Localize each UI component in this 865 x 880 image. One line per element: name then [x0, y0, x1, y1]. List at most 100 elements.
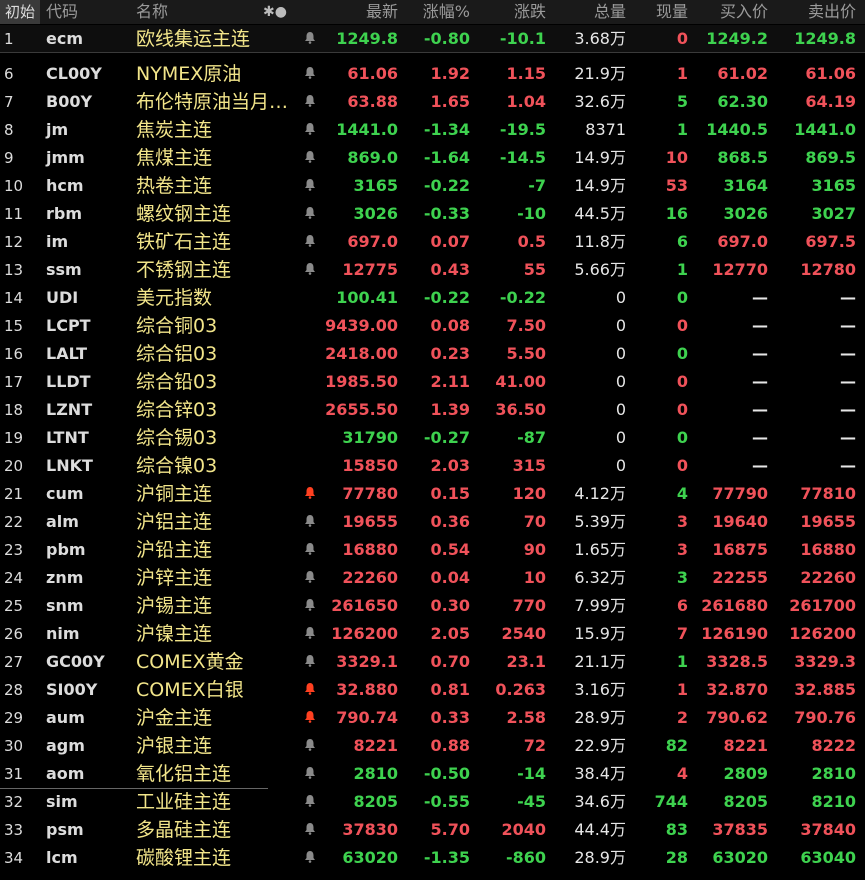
row-chg: -14.5: [499, 148, 546, 167]
alert-bell-icon[interactable]: [298, 620, 322, 649]
table-row[interactable]: 6 CL00Y NYMEX原油 61.06 1.92 1.15 21.9万 1 61.02 61.…: [0, 60, 865, 88]
row-last: 1985.50: [325, 372, 398, 391]
row-index: 10: [4, 177, 24, 195]
row-vol: 38.4万: [574, 764, 626, 783]
table-row[interactable]: 13 ssm 不锈钢主连 12775 0.43 55 5.66万 1 12770 12780: [0, 256, 865, 284]
alert-bell-icon[interactable]: [298, 480, 322, 509]
table-row[interactable]: 7 B00Y 布伦特原油当月连续 63.88 1.65 1.04 32.6万 5 62.30 64…: [0, 88, 865, 116]
alert-bell-icon[interactable]: [298, 200, 322, 229]
header-vol[interactable]: 总量: [552, 0, 626, 24]
table-row[interactable]: 1 ecm 欧线集运主连 1249.8 -0.80 -10.1 3.68万 0 1249.2 12…: [0, 25, 865, 53]
table-row[interactable]: 18 LZNT 综合锌03 2655.50 1.39 36.50 0 0 — —: [0, 396, 865, 424]
row-index: 8: [4, 121, 14, 139]
table-row[interactable]: 19 LTNT 综合锡03 31790 -0.27 -87 0 0 — —: [0, 424, 865, 452]
alert-bell-icon[interactable]: [298, 60, 322, 89]
row-cur: 0: [676, 288, 688, 307]
table-row[interactable]: 16 LALT 综合铝03 2418.00 0.23 5.50 0 0 — —: [0, 340, 865, 368]
row-last: 126200: [331, 624, 398, 643]
row-index: 23: [4, 541, 24, 559]
alert-bell-icon[interactable]: [298, 704, 322, 733]
quote-board: 初始 代码 名称 ✱● 最新 涨幅% 涨跌 总量 现量 买入价 卖出价 1 ecm…: [0, 0, 865, 880]
header-pct[interactable]: 涨幅%: [402, 0, 470, 24]
table-row[interactable]: 12 im 铁矿石主连 697.0 0.07 0.5 11.8万 6 697.0 697.5: [0, 228, 865, 256]
alert-bell-icon[interactable]: [298, 648, 322, 677]
row-vol: 21.1万: [574, 652, 626, 671]
alert-bell-icon[interactable]: [298, 508, 322, 537]
alert-bell-icon[interactable]: [298, 256, 322, 285]
table-row[interactable]: 28 SI00Y COMEX白银 32.880 0.81 0.263 3.16万 1 32.87…: [0, 676, 865, 704]
table-row[interactable]: 26 nim 沪镍主连 126200 2.05 2540 15.9万 7 126190 12620…: [0, 620, 865, 648]
header-bid[interactable]: 买入价: [690, 0, 768, 24]
table-row[interactable]: 20 LNKT 综合镍03 15850 2.03 315 0 0 — —: [0, 452, 865, 480]
table-row[interactable]: 34 lcm 碳酸锂主连 63020 -1.35 -860 28.9万 28 63020 6304…: [0, 844, 865, 872]
header-sort-reset[interactable]: 初始: [0, 0, 40, 24]
table-row[interactable]: 31 aom 氧化铝主连 2810 -0.50 -14 38.4万 4 2809 2810: [0, 760, 865, 788]
alert-bell-icon[interactable]: [298, 564, 322, 593]
header-flag[interactable]: ✱●: [258, 0, 292, 24]
row-bid: 1249.2: [706, 29, 768, 48]
alert-bell-icon[interactable]: [298, 816, 322, 845]
alert-bell-icon[interactable]: [298, 592, 322, 621]
table-row[interactable]: 23 pbm 沪铅主连 16880 0.54 90 1.65万 3 16875 16880: [0, 536, 865, 564]
alert-bell-icon[interactable]: [298, 228, 322, 257]
table-row[interactable]: 29 aum 沪金主连 790.74 0.33 2.58 28.9万 2 790.62 790.7…: [0, 704, 865, 732]
table-row[interactable]: 22 alm 沪铝主连 19655 0.36 70 5.39万 3 19640 19655: [0, 508, 865, 536]
row-ask: 12780: [800, 260, 856, 279]
alert-bell-icon[interactable]: [298, 88, 322, 117]
row-index: 21: [4, 485, 24, 503]
alert-bell-icon[interactable]: [298, 25, 322, 54]
alert-bell-icon[interactable]: [298, 676, 322, 705]
alert-bell-icon[interactable]: [298, 760, 322, 789]
row-last: 1249.8: [336, 29, 398, 48]
row-pct: 0.23: [430, 344, 470, 363]
header-chg[interactable]: 涨跌: [474, 0, 546, 24]
row-pct: 1.65: [430, 92, 470, 111]
row-last: 2418.00: [325, 344, 398, 363]
table-row[interactable]: 32 sim 工业硅主连 8205 -0.55 -45 34.6万 744 8205 8210: [0, 788, 865, 816]
table-row[interactable]: 11 rbm 螺纹钢主连 3026 -0.33 -10 44.5万 16 3026 3027: [0, 200, 865, 228]
table-row[interactable]: 24 znm 沪锌主连 22260 0.04 10 6.32万 3 22255 22260: [0, 564, 865, 592]
row-index: 6: [4, 65, 14, 83]
header-code[interactable]: 代码: [46, 0, 132, 24]
row-pct: 1.92: [430, 64, 470, 83]
row-name: 碳酸锂主连: [136, 847, 232, 869]
table-row[interactable]: 14 UDI 美元指数 100.41 -0.22 -0.22 0 0 — —: [0, 284, 865, 312]
alert-bell-icon[interactable]: [298, 732, 322, 761]
alert-bell-icon[interactable]: [298, 172, 322, 201]
table-row[interactable]: 8 jm 焦炭主连 1441.0 -1.34 -19.5 8371 1 1440.5 1441.0: [0, 116, 865, 144]
row-vol: 14.9万: [574, 176, 626, 195]
row-pct: -0.22: [423, 176, 470, 195]
row-vol: 14.9万: [574, 148, 626, 167]
table-row[interactable]: 33 psm 多晶硅主连 37830 5.70 2040 44.4万 83 37835 37840: [0, 816, 865, 844]
row-code: LNKT: [46, 456, 93, 475]
row-cur: 6: [676, 596, 688, 615]
row-name: 沪镍主连: [136, 623, 213, 645]
table-row[interactable]: 27 GC00Y COMEX黄金 3329.1 0.70 23.1 21.1万 1 3328.5…: [0, 648, 865, 676]
row-chg: 55: [523, 260, 546, 279]
alert-bell-icon[interactable]: [298, 536, 322, 565]
alert-bell-icon[interactable]: [298, 116, 322, 145]
header-ask[interactable]: 卖出价: [772, 0, 856, 24]
row-ask: —: [840, 316, 856, 335]
row-vol: 22.9万: [574, 736, 626, 755]
table-row[interactable]: 17 LLDT 综合铅03 1985.50 2.11 41.00 0 0 — —: [0, 368, 865, 396]
table-row[interactable]: 10 hcm 热卷主连 3165 -0.22 -7 14.9万 53 3164 3165: [0, 172, 865, 200]
row-code: B00Y: [46, 92, 93, 111]
alert-bell-icon[interactable]: [298, 144, 322, 173]
header-last[interactable]: 最新: [322, 0, 398, 24]
alert-bell-icon[interactable]: [298, 844, 322, 873]
pinned-separator: [0, 52, 865, 53]
table-row[interactable]: 15 LCPT 综合铜03 9439.00 0.08 7.50 0 0 — —: [0, 312, 865, 340]
row-pct: -0.27: [423, 428, 470, 447]
row-chg: 41.00: [495, 372, 546, 391]
alert-bell-icon[interactable]: [298, 788, 322, 817]
table-row[interactable]: 30 agm 沪银主连 8221 0.88 72 22.9万 82 8221 8222: [0, 732, 865, 760]
row-cur: 3: [676, 568, 688, 587]
table-row[interactable]: 21 cum 沪铜主连 77780 0.15 120 4.12万 4 77790 77810: [0, 480, 865, 508]
table-row[interactable]: 9 jmm 焦煤主连 869.0 -1.64 -14.5 14.9万 10 868.5 869.5: [0, 144, 865, 172]
row-code: aom: [46, 764, 85, 783]
row-chg: 315: [512, 456, 546, 475]
table-row[interactable]: 25 snm 沪锡主连 261650 0.30 770 7.99万 6 261680 261700: [0, 592, 865, 620]
row-index: 31: [4, 765, 24, 783]
header-cur[interactable]: 现量: [628, 0, 688, 24]
